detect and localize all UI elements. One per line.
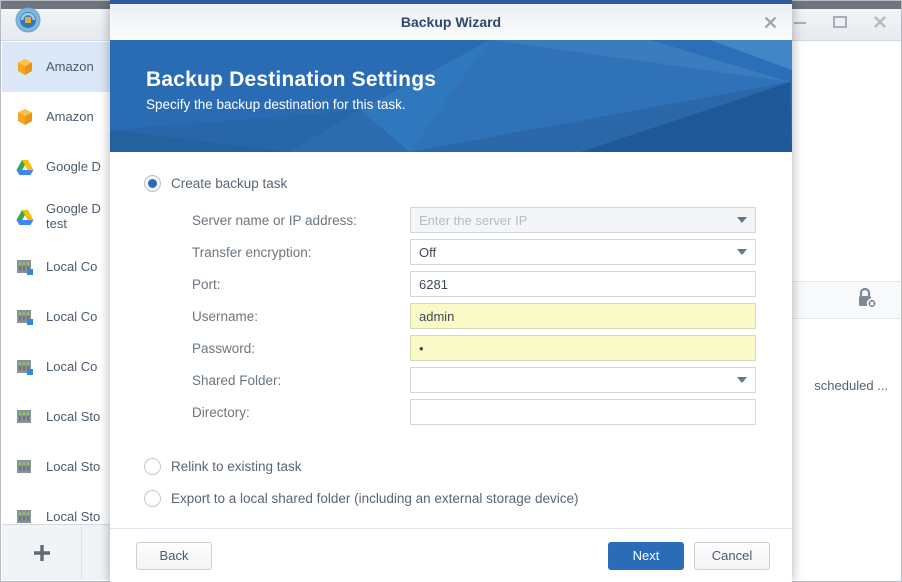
radio-export-local-folder[interactable]: Export to a local shared folder (includi… xyxy=(144,482,756,514)
dialog-close-icon[interactable] xyxy=(758,11,782,33)
server-address-control[interactable] xyxy=(410,207,756,233)
backup-app-icon xyxy=(15,7,41,33)
transfer-encryption-control[interactable] xyxy=(410,239,756,265)
port-field[interactable] xyxy=(410,271,756,297)
transfer-encryption-select[interactable] xyxy=(410,239,756,265)
radio-create-backup-task[interactable]: Create backup task xyxy=(144,170,756,196)
username-field[interactable] xyxy=(410,303,756,329)
radio-relink-existing-task-label: Relink to existing task xyxy=(171,459,302,474)
dialog-banner: Backup Destination Settings Specify the … xyxy=(110,40,792,152)
radio-export-local-folder-label: Export to a local shared folder (includi… xyxy=(171,491,578,506)
port-label: Port: xyxy=(136,277,410,292)
sidebar-item-label: Local Co xyxy=(46,360,97,375)
password-field[interactable] xyxy=(410,335,756,361)
sidebar-item-label: Local Co xyxy=(46,260,97,275)
cancel-button[interactable]: Cancel xyxy=(694,542,770,570)
close-button[interactable] xyxy=(867,11,893,33)
directory-label: Directory: xyxy=(136,405,410,420)
amazon-glacier-icon xyxy=(14,106,36,128)
sidebar-item-2[interactable]: Google D xyxy=(2,142,112,192)
username-control[interactable] xyxy=(410,303,756,329)
dialog-title: Backup Wizard xyxy=(401,14,501,30)
radio-relink-existing-task[interactable]: Relink to existing task xyxy=(144,450,756,482)
footer-actions: Next Cancel xyxy=(608,542,770,570)
maximize-button[interactable] xyxy=(827,11,853,33)
schedule-status-text: scheduled ... xyxy=(814,378,888,393)
sidebar-item-label: Amazon xyxy=(46,60,94,75)
password-control[interactable] xyxy=(410,335,756,361)
local-computer-icon xyxy=(14,256,36,278)
radio-export-local-folder-indicator[interactable] xyxy=(144,490,161,507)
dialog-titlebar: Backup Wizard xyxy=(110,4,792,40)
secondary-options: Relink to existing task Export to a loca… xyxy=(136,450,756,514)
add-destination-button[interactable] xyxy=(2,525,82,580)
google-drive-icon xyxy=(14,156,36,178)
plus-icon xyxy=(31,542,53,564)
destination-form: Server name or IP address: Transfer encr… xyxy=(136,204,756,428)
app-root: Amazon Amazon xyxy=(0,0,902,582)
window-controls xyxy=(787,11,893,33)
shared-folder-select[interactable] xyxy=(410,367,756,393)
form-row-username: Username: xyxy=(136,300,756,332)
sidebar-item-label: Local Sto xyxy=(46,510,100,524)
local-storage-icon xyxy=(14,406,36,428)
server-address-label: Server name or IP address: xyxy=(136,213,410,228)
form-row-transfer-encryption: Transfer encryption: xyxy=(136,236,756,268)
username-label: Username: xyxy=(136,309,410,324)
backup-wizard-dialog: Backup Wizard Back xyxy=(110,0,792,582)
sidebar-item-0[interactable]: Amazon xyxy=(2,42,112,92)
form-row-shared-folder: Shared Folder: xyxy=(136,364,756,396)
sidebar-item-8[interactable]: Local Sto xyxy=(2,442,112,492)
radio-create-backup-task-label: Create backup task xyxy=(171,176,287,191)
sidebar-item-label: Amazon xyxy=(46,110,94,125)
dialog-footer: Back Next Cancel xyxy=(110,528,792,582)
amazon-glacier-icon xyxy=(14,56,36,78)
sidebar[interactable]: Amazon Amazon xyxy=(2,42,113,524)
radio-relink-existing-task-indicator[interactable] xyxy=(144,458,161,475)
radio-create-backup-task-indicator[interactable] xyxy=(144,175,161,192)
form-row-directory: Directory: xyxy=(136,396,756,428)
sidebar-item-label: Local Sto xyxy=(46,410,100,425)
sidebar-footer xyxy=(2,524,113,580)
directory-control[interactable] xyxy=(410,399,756,425)
sidebar-item-3[interactable]: Google D test xyxy=(2,192,112,242)
sidebar-item-7[interactable]: Local Sto xyxy=(2,392,112,442)
sidebar-item-1[interactable]: Amazon xyxy=(2,92,112,142)
local-storage-icon xyxy=(14,506,36,524)
form-row-server-address: Server name or IP address: xyxy=(136,204,756,236)
lock-disabled-icon[interactable] xyxy=(854,286,878,315)
dialog-body: Create backup task Server name or IP add… xyxy=(110,152,792,528)
local-storage-icon xyxy=(14,456,36,478)
directory-field[interactable] xyxy=(410,399,756,425)
sidebar-item-label: Google D xyxy=(46,160,101,175)
sidebar-item-label: Google D test xyxy=(46,202,101,232)
form-row-port: Port: xyxy=(136,268,756,300)
local-computer-icon xyxy=(14,356,36,378)
password-label: Password: xyxy=(136,341,410,356)
sidebar-item-label: Local Co xyxy=(46,310,97,325)
banner-title: Backup Destination Settings xyxy=(146,68,436,92)
local-computer-icon xyxy=(14,306,36,328)
back-button[interactable]: Back xyxy=(136,542,212,570)
next-button[interactable]: Next xyxy=(608,542,684,570)
form-row-password: Password: xyxy=(136,332,756,364)
google-drive-icon xyxy=(14,206,36,228)
port-control[interactable] xyxy=(410,271,756,297)
banner-text: Backup Destination Settings Specify the … xyxy=(146,68,436,112)
sidebar-item-4[interactable]: Local Co xyxy=(2,242,112,292)
transfer-encryption-label: Transfer encryption: xyxy=(136,245,410,260)
sidebar-item-6[interactable]: Local Co xyxy=(2,342,112,392)
banner-subtitle: Specify the backup destination for this … xyxy=(146,97,436,112)
server-address-field[interactable] xyxy=(410,207,756,233)
sidebar-item-5[interactable]: Local Co xyxy=(2,292,112,342)
shared-folder-control[interactable] xyxy=(410,367,756,393)
sidebar-item-9[interactable]: Local Sto xyxy=(2,492,112,524)
shared-folder-label: Shared Folder: xyxy=(136,373,410,388)
sidebar-item-label: Local Sto xyxy=(46,460,100,475)
